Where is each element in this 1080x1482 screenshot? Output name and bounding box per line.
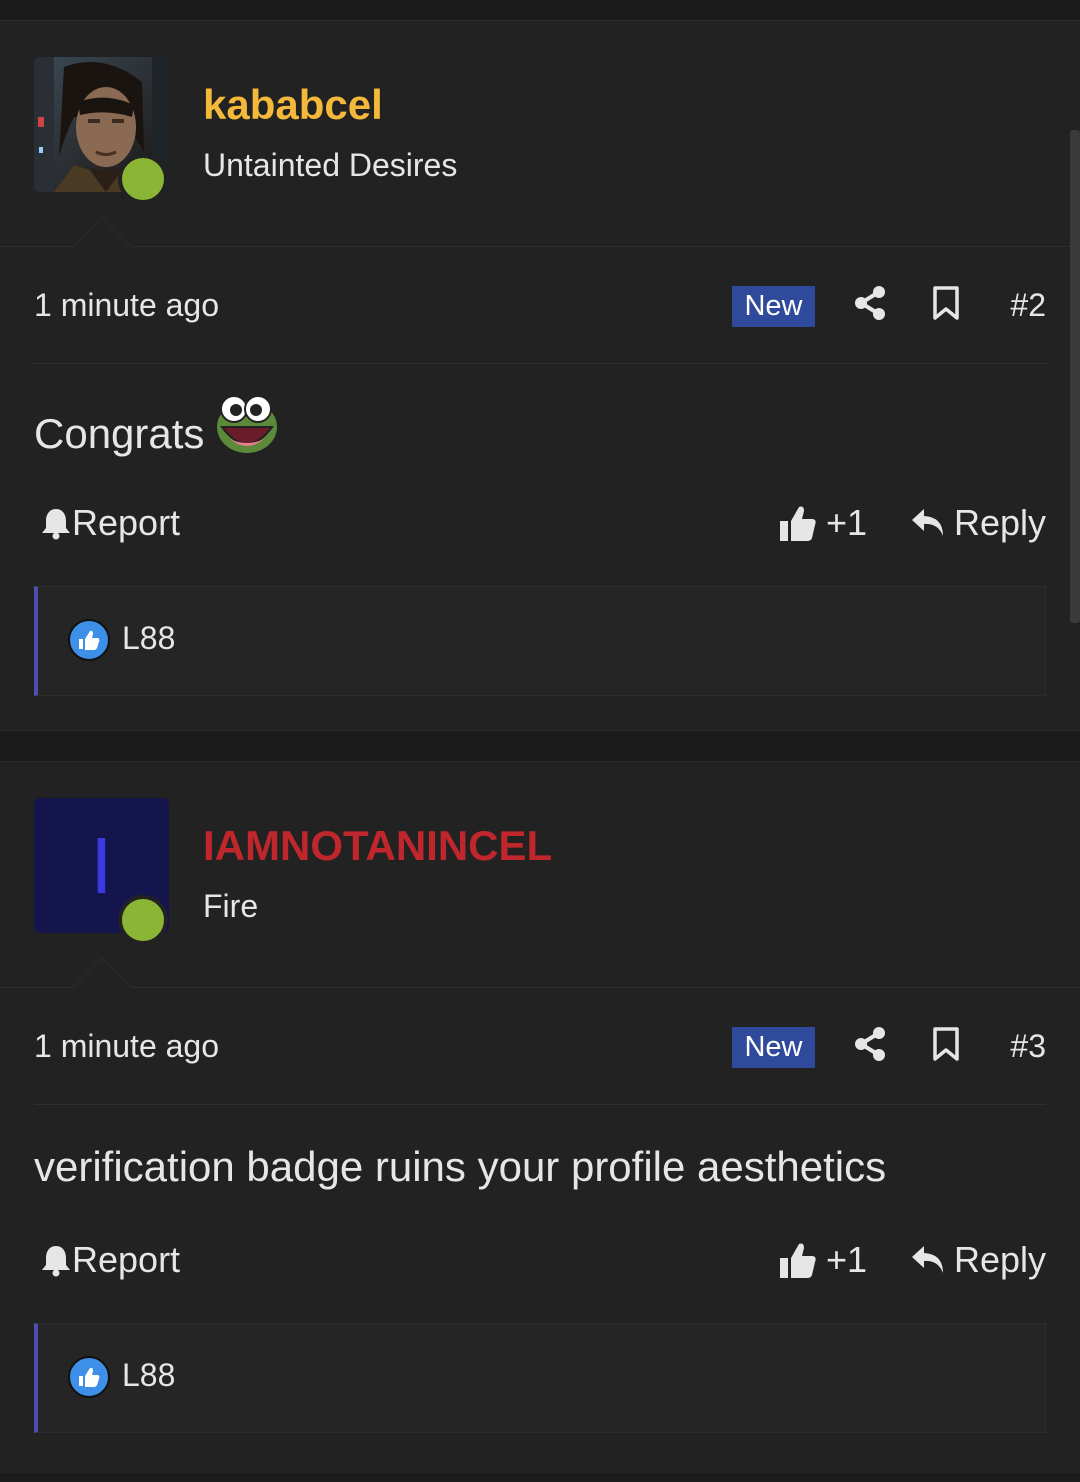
like-label: +1 — [826, 502, 868, 543]
thumbs-up-icon — [780, 1243, 816, 1278]
share-icon[interactable] — [852, 1026, 888, 1062]
post-content: Congrats — [34, 364, 1046, 486]
like-button[interactable]: +1 — [778, 1239, 867, 1281]
report-button[interactable]: Report — [40, 1239, 180, 1281]
user-title: Untainted Desires — [203, 147, 458, 183]
reactions-bar[interactable]: L88 — [34, 586, 1046, 696]
share-icon[interactable] — [852, 285, 888, 321]
scrollbar[interactable] — [1070, 130, 1080, 623]
post-actions: Report +1 Reply — [34, 1223, 1046, 1323]
post-content: verification badge ruins your profile ae… — [34, 1105, 1046, 1223]
username[interactable]: IAMNOTANINCEL — [203, 822, 552, 870]
post-text: verification badge ruins your profile ae… — [34, 1143, 887, 1190]
post-meta: 1 minute ago New #2 — [34, 247, 1046, 364]
reaction-user[interactable]: L88 — [122, 620, 175, 657]
post-text: Congrats — [34, 410, 205, 457]
post-time[interactable]: 1 minute ago — [34, 1028, 219, 1065]
new-badge: New — [732, 286, 815, 327]
frog-emoji-icon — [217, 395, 278, 453]
username[interactable]: kababcel — [203, 81, 383, 129]
reply-button[interactable]: Reply — [910, 502, 1046, 544]
bookmark-icon[interactable] — [928, 285, 964, 321]
reaction-user[interactable]: L88 — [122, 1357, 175, 1394]
post-number[interactable]: #3 — [1010, 1028, 1046, 1065]
like-reaction-icon — [68, 619, 110, 661]
like-label: +1 — [826, 1239, 868, 1280]
report-button[interactable]: Report — [40, 502, 180, 544]
bell-icon — [42, 1246, 70, 1277]
user-block-notch — [72, 217, 132, 247]
post-separator — [0, 730, 1080, 762]
bookmark-icon[interactable] — [928, 1026, 964, 1062]
reply-label: Reply — [953, 502, 1046, 543]
reply-arrow-icon — [911, 1246, 943, 1273]
user-title: Fire — [203, 888, 259, 924]
report-label: Report — [72, 502, 181, 543]
like-button[interactable]: +1 — [778, 502, 867, 544]
post-2: kababcel Untainted Desires 1 minute ago … — [0, 21, 1080, 730]
online-status-dot — [118, 895, 168, 945]
bell-icon — [42, 509, 70, 540]
post-3: I IAMNOTANINCEL Fire 1 minute ago New #3… — [0, 762, 1080, 1473]
post-meta: 1 minute ago New #3 — [34, 988, 1046, 1105]
post-actions: Report +1 Reply — [34, 486, 1046, 586]
post-user-block: I IAMNOTANINCEL Fire — [0, 762, 1080, 988]
online-status-dot — [118, 154, 168, 204]
top-spacer — [0, 0, 1080, 21]
report-label: Report — [72, 1239, 181, 1280]
new-badge: New — [732, 1027, 815, 1068]
post-user-block: kababcel Untainted Desires — [0, 21, 1080, 247]
reply-button[interactable]: Reply — [910, 1239, 1046, 1281]
reply-arrow-icon — [911, 509, 943, 536]
reactions-bar[interactable]: L88 — [34, 1323, 1046, 1433]
like-reaction-icon — [68, 1356, 110, 1398]
reply-label: Reply — [953, 1239, 1046, 1280]
thumbs-up-icon — [780, 506, 816, 541]
post-number[interactable]: #2 — [1010, 287, 1046, 324]
user-block-notch — [72, 958, 132, 988]
post-time[interactable]: 1 minute ago — [34, 287, 219, 324]
